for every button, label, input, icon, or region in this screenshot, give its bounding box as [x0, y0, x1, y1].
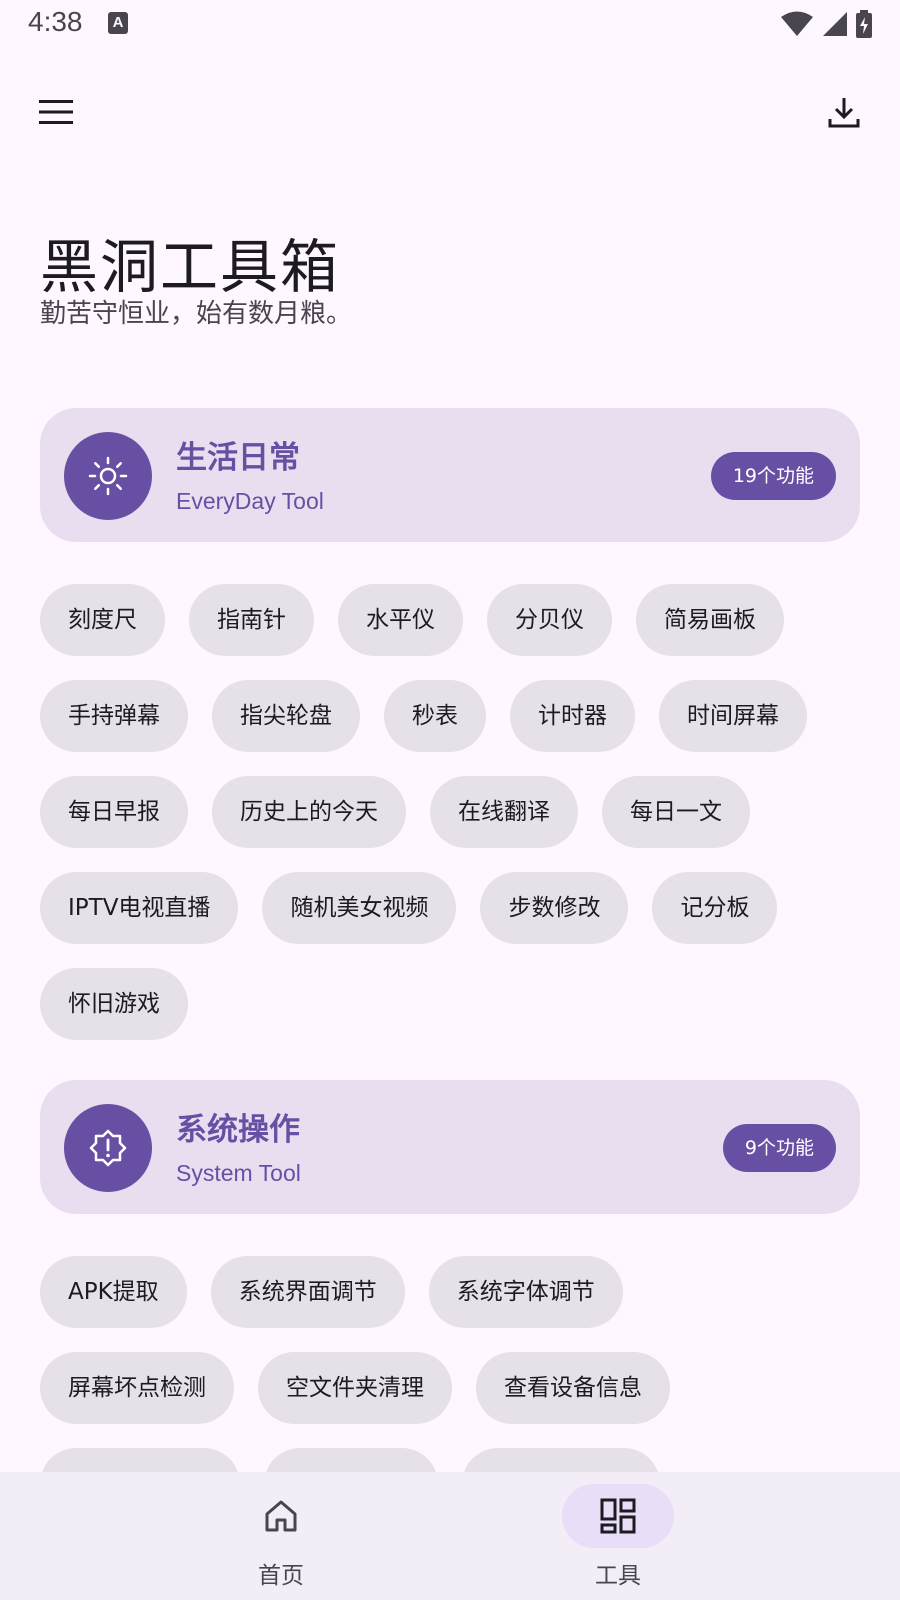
chip-row: 手持弹幕 指尖轮盘 秒表 计时器 时间屏幕 — [40, 680, 807, 752]
tool-chip-retro-games[interactable]: 怀旧游戏 — [40, 968, 188, 1040]
wifi-icon — [781, 11, 813, 36]
tool-chip-daily-news[interactable]: 每日早报 — [40, 776, 188, 848]
tool-chip-history-today[interactable]: 历史上的今天 — [212, 776, 406, 848]
tool-chip-level[interactable]: 水平仪 — [338, 584, 463, 656]
nav-item-tools[interactable]: 工具 — [518, 1472, 718, 1600]
tool-chip-apk-extract[interactable]: APK提取 — [40, 1256, 187, 1328]
tool-chip-ui-adjust[interactable]: 系统界面调节 — [210, 1256, 405, 1328]
tool-chip-timer[interactable]: 计时器 — [510, 680, 635, 752]
status-time: 4:38 — [28, 6, 83, 37]
nav-indicator-active — [562, 1484, 674, 1548]
download-button[interactable] — [816, 84, 872, 140]
bottom-navigation: 首页 工具 — [0, 1472, 900, 1600]
nav-item-home[interactable]: 首页 — [181, 1472, 381, 1600]
tool-chip-iptv[interactable]: IPTV电视直播 — [40, 872, 239, 944]
nav-indicator — [225, 1484, 337, 1548]
tool-chip-device-info[interactable]: 查看设备信息 — [476, 1352, 670, 1424]
feature-count-badge: 19个功能 — [710, 452, 836, 500]
section-icon-badge — [64, 432, 152, 520]
chip-row: 刻度尺 指南针 水平仪 分贝仪 简易画板 — [40, 584, 784, 656]
chip-row: 怀旧游戏 — [40, 968, 188, 1040]
section-subtitle: System Tool — [176, 1160, 301, 1186]
section-card-everyday[interactable]: 生活日常 EveryDay Tool 19个功能 — [40, 408, 860, 542]
tool-chip-drawing-board[interactable]: 简易画板 — [636, 584, 784, 656]
tool-chip-compass[interactable]: 指南针 — [189, 584, 314, 656]
download-icon — [828, 98, 860, 128]
feature-count-badge: 9个功能 — [722, 1124, 836, 1172]
page-title: 黑洞工具箱 — [40, 233, 341, 301]
menu-icon — [39, 100, 73, 124]
tool-chip-stopwatch[interactable]: 秒表 — [384, 680, 486, 752]
nav-label: 首页 — [258, 1563, 304, 1589]
tool-chip-step-edit[interactable]: 步数修改 — [480, 872, 629, 944]
grid-icon — [600, 1498, 636, 1534]
page-subtitle: 勤苦守恒业，始有数月粮。 — [40, 299, 353, 329]
chip-row: IPTV电视直播 随机美女视频 步数修改 记分板 — [40, 872, 778, 944]
tool-chip-dead-pixel-check[interactable]: 屏幕坏点检测 — [40, 1352, 234, 1424]
tool-chip-online-translate[interactable]: 在线翻译 — [430, 776, 578, 848]
tool-chip-fingertip-wheel[interactable]: 指尖轮盘 — [212, 680, 360, 752]
section-subtitle: EveryDay Tool — [176, 488, 324, 514]
battery-icon — [856, 10, 872, 38]
tool-chip-time-screen[interactable]: 时间屏幕 — [659, 680, 807, 752]
tool-chip-daily-article[interactable]: 每日一文 — [602, 776, 750, 848]
section-title: 生活日常 — [176, 440, 300, 476]
nav-label: 工具 — [595, 1563, 641, 1589]
tool-chip-font-adjust[interactable]: 系统字体调节 — [428, 1256, 623, 1328]
status-bar: 4:38 A — [0, 0, 900, 48]
chip-row: 每日早报 历史上的今天 在线翻译 每日一文 — [40, 776, 750, 848]
home-icon — [265, 1500, 297, 1532]
system-alert-icon — [89, 1129, 127, 1167]
tool-chip-random-video[interactable]: 随机美女视频 — [262, 872, 457, 944]
signal-icon — [823, 12, 847, 36]
menu-button[interactable] — [28, 84, 84, 140]
tool-chip-empty-folder-clean[interactable]: 空文件夹清理 — [258, 1352, 452, 1424]
section-title: 系统操作 — [176, 1112, 300, 1148]
chip-row: APK提取 系统界面调节 系统字体调节 — [40, 1256, 623, 1328]
sun-icon — [88, 456, 128, 496]
chip-row: 屏幕坏点检测 空文件夹清理 查看设备信息 — [40, 1352, 670, 1424]
a-notification-icon: A — [108, 12, 128, 34]
tool-chip-decibel[interactable]: 分贝仪 — [487, 584, 612, 656]
section-icon-badge — [64, 1104, 152, 1192]
section-card-system[interactable]: 系统操作 System Tool 9个功能 — [40, 1080, 860, 1214]
tool-chip-ruler[interactable]: 刻度尺 — [40, 584, 165, 656]
tool-chip-scoreboard[interactable]: 记分板 — [652, 872, 778, 944]
tool-chip-handheld-danmaku[interactable]: 手持弹幕 — [40, 680, 188, 752]
status-icons — [780, 10, 872, 38]
